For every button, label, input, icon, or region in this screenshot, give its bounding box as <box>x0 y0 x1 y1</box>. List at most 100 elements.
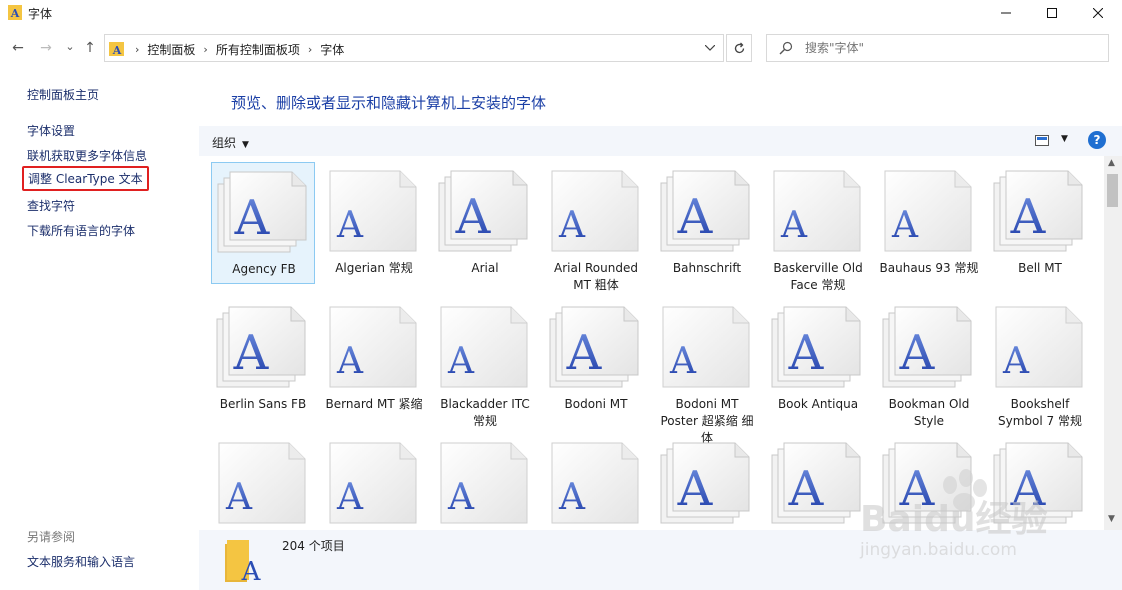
svg-text:A: A <box>241 557 262 584</box>
svg-text:A: A <box>447 341 475 382</box>
font-tile[interactable]: A Arial <box>433 162 537 284</box>
chevron-down-icon <box>705 45 715 51</box>
address-bar[interactable]: A › 控制面板 › 所有控制面板项 › 字体 <box>104 34 724 62</box>
font-name: Arial Rounded MT 粗体 <box>554 261 638 292</box>
font-tile[interactable]: A Book Antiqua <box>766 298 870 420</box>
font-tile[interactable]: A Bodoni MT <box>544 298 648 420</box>
font-file-icon: A <box>882 306 972 388</box>
font-tile[interactable]: A Agency FB <box>211 162 315 284</box>
refresh-button[interactable] <box>726 34 752 62</box>
organize-menu-button[interactable]: 组织 ▼ <box>212 134 249 151</box>
font-name: Bookman Old Style <box>888 397 970 428</box>
svg-text:A: A <box>669 341 697 382</box>
search-icon <box>779 41 793 55</box>
font-tile[interactable]: A <box>322 434 426 530</box>
forward-button[interactable]: → <box>36 38 56 58</box>
command-bar: 组织 ▼ ▼ ? <box>199 126 1122 156</box>
font-file-icon: A <box>329 306 417 388</box>
font-file-icon: A <box>771 442 861 524</box>
svg-text:A: A <box>336 205 364 246</box>
see-also-heading: 另请参阅 <box>27 530 76 544</box>
watermark-brand: Baidu经验 <box>860 499 1048 540</box>
font-tile[interactable]: A Bodoni MT Poster 超紧缩 细体 <box>655 298 759 445</box>
back-arrow-icon: ← <box>12 40 24 56</box>
font-file-icon: A <box>549 306 639 388</box>
change-view-icon[interactable] <box>1035 135 1049 146</box>
breadcrumb-control-panel[interactable]: 控制面板 <box>141 41 201 58</box>
svg-text:A: A <box>336 341 364 382</box>
svg-text:A: A <box>10 7 20 20</box>
page-title: 预览、删除或者显示和隐藏计算机上安装的字体 <box>231 94 547 112</box>
font-tile[interactable]: A <box>433 434 537 530</box>
breadcrumb-separator: › <box>135 43 140 56</box>
font-file-icon: A <box>660 170 750 252</box>
up-button[interactable]: ↑ <box>80 38 100 58</box>
address-history-dropdown[interactable] <box>703 41 717 55</box>
nav-find-character[interactable]: 查找字符 <box>27 197 75 214</box>
font-file-icon: A <box>884 170 972 252</box>
close-icon <box>1093 8 1103 18</box>
font-file-icon: A <box>329 442 417 524</box>
font-file-icon: A <box>993 170 1083 252</box>
font-tile[interactable]: A <box>544 434 648 530</box>
window-title: 字体 <box>28 7 53 21</box>
font-file-icon: A <box>438 170 528 252</box>
scroll-up-icon[interactable]: ▲ <box>1108 158 1115 168</box>
search-input[interactable] <box>805 40 1095 56</box>
font-file-icon: A <box>217 171 307 253</box>
svg-text:A: A <box>891 205 919 246</box>
font-file-icon: A <box>660 442 750 524</box>
nav-text-services[interactable]: 文本服务和输入语言 <box>27 553 135 570</box>
view-options-caret-icon[interactable]: ▼ <box>1061 134 1068 144</box>
font-tile[interactable]: A <box>766 434 870 530</box>
font-tile[interactable]: A <box>211 434 315 530</box>
font-tile[interactable]: A Bahnschrift <box>655 162 759 284</box>
organize-label: 组织 <box>212 136 237 150</box>
close-button[interactable] <box>1075 0 1121 26</box>
font-name: Bell MT <box>1018 261 1062 275</box>
font-file-icon: A <box>218 442 306 524</box>
search-box[interactable] <box>766 34 1109 62</box>
font-tile[interactable]: A Arial Rounded MT 粗体 <box>544 162 648 292</box>
font-tile[interactable]: A Blackadder ITC 常规 <box>433 298 537 428</box>
svg-text:A: A <box>336 477 364 518</box>
nav-control-panel-home[interactable]: 控制面板主页 <box>27 86 99 103</box>
nav-font-settings[interactable]: 字体设置 <box>27 122 75 139</box>
svg-text:A: A <box>233 325 270 381</box>
font-tile[interactable]: A Bell MT <box>988 162 1092 284</box>
scroll-thumb[interactable] <box>1107 174 1118 207</box>
help-button[interactable]: ? <box>1088 131 1106 149</box>
svg-text:A: A <box>780 205 808 246</box>
font-name: Bauhaus 93 常规 <box>879 261 979 275</box>
breadcrumb-fonts[interactable]: 字体 <box>314 41 350 58</box>
font-tile[interactable]: A Algerian 常规 <box>322 162 426 284</box>
font-tile[interactable]: A Bernard MT 紧缩 <box>322 298 426 420</box>
font-name: Baskerville Old Face 常规 <box>773 261 863 292</box>
svg-text:A: A <box>788 461 825 517</box>
minimize-button[interactable] <box>983 0 1029 26</box>
font-tile[interactable]: A Baskerville Old Face 常规 <box>766 162 870 292</box>
maximize-button[interactable] <box>1029 0 1075 26</box>
svg-text:A: A <box>677 461 714 517</box>
font-tile[interactable]: A Bauhaus 93 常规 <box>877 162 981 284</box>
svg-text:A: A <box>788 325 825 381</box>
font-tile[interactable]: A <box>655 434 759 530</box>
help-icon: ? <box>1093 133 1101 147</box>
nav-adjust-cleartype[interactable]: 调整 ClearType 文本 <box>22 166 149 191</box>
fonts-folder-icon: A <box>109 42 124 56</box>
font-tile[interactable]: A Berlin Sans FB <box>211 298 315 420</box>
font-file-icon: A <box>440 442 528 524</box>
chevron-down-icon: ⌄ <box>65 39 75 53</box>
left-navigation-pane: 控制面板主页 字体设置 联机获取更多字体信息 调整 ClearType 文本 查… <box>0 70 199 590</box>
nav-download-all-language-fonts[interactable]: 下载所有语言的字体 <box>27 222 135 239</box>
recent-locations-button[interactable]: ⌄ <box>60 36 80 56</box>
font-tile[interactable]: A Bookman Old Style <box>877 298 981 428</box>
title-bar: A 字体 <box>0 0 1122 26</box>
svg-text:A: A <box>899 325 936 381</box>
back-button[interactable]: ← <box>8 38 28 58</box>
breadcrumb-all-items[interactable]: 所有控制面板项 <box>210 41 306 58</box>
svg-text:A: A <box>558 205 586 246</box>
nav-get-more-font-info[interactable]: 联机获取更多字体信息 <box>27 147 147 164</box>
breadcrumb-separator: › <box>203 43 208 56</box>
font-tile[interactable]: A Bookshelf Symbol 7 常规 <box>988 298 1092 428</box>
